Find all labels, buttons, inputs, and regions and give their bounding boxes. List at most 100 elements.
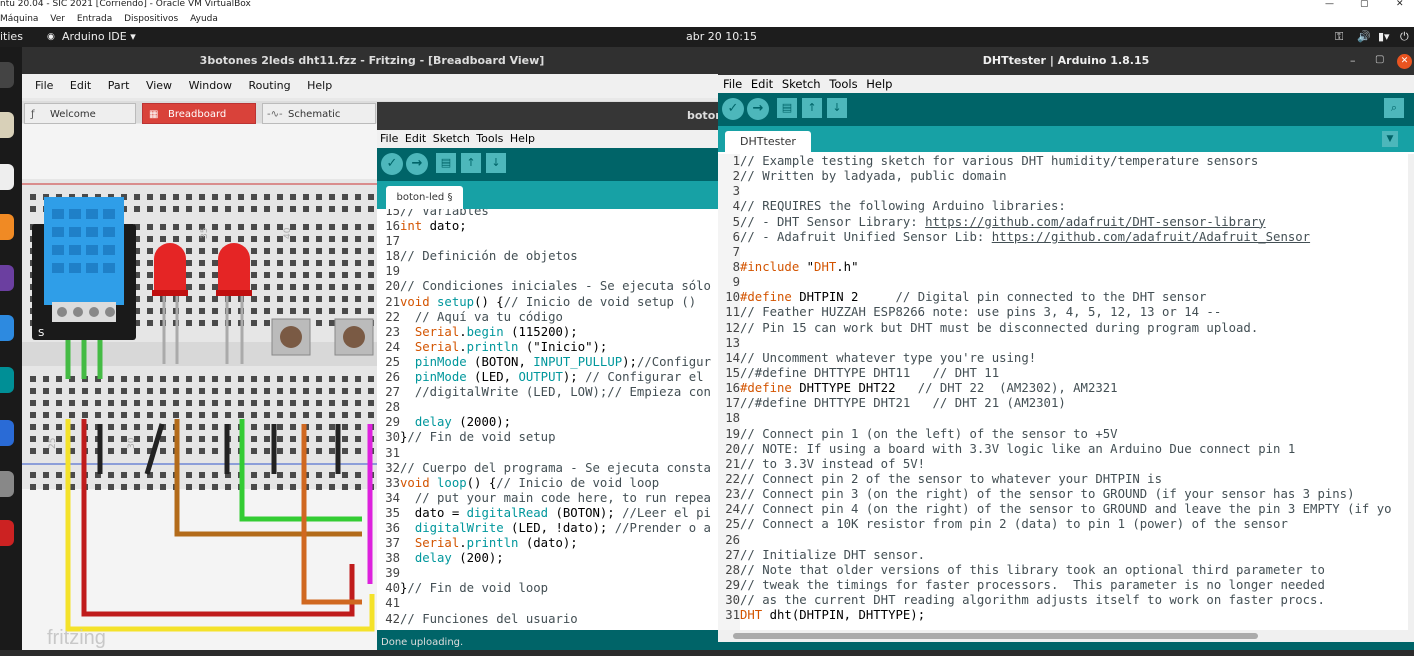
code-line[interactable]: 30// as the current DHT reading algorith… [718, 593, 1408, 608]
vb-menu-ver[interactable]: Ver [50, 14, 65, 24]
code-line[interactable]: 13 [718, 336, 1408, 351]
menu-help[interactable]: Help [510, 132, 535, 145]
dht11-sensor[interactable]: S [32, 197, 136, 340]
app-icon[interactable] [0, 420, 14, 446]
upload-icon[interactable]: → [747, 98, 769, 120]
code-line[interactable]: 27 //digitalWrite (LED, LOW);// Empieza … [377, 385, 722, 400]
fz-menu-window[interactable]: Window [189, 74, 232, 98]
code-line[interactable]: 26 [718, 533, 1408, 548]
code-line[interactable]: 25 pinMode (BOTON, INPUT_PULLUP);//Confi… [377, 355, 722, 370]
push-button[interactable] [334, 318, 374, 356]
code-line[interactable]: 35 dato = digitalRead (BOTON); //Leer el… [377, 506, 722, 521]
code-line[interactable]: 19// Connect pin 1 (on the left) of the … [718, 427, 1408, 442]
minimize-window-button[interactable]: — [1325, 0, 1334, 9]
code-line[interactable]: 12// Pin 15 can work but DHT must be dis… [718, 321, 1408, 336]
code-line[interactable]: 16#define DHTTYPE DHT22 // DHT 22 (AM230… [718, 381, 1408, 396]
fz-menu-help[interactable]: Help [307, 74, 332, 98]
code-line[interactable]: 17//#define DHTTYPE DHT21 // DHT 21 (AM2… [718, 396, 1408, 411]
code-line[interactable]: 34 // put your main code here, to run re… [377, 491, 722, 506]
code-line[interactable]: 31DHT dht(DHTPIN, DHTTYPE); [718, 608, 1408, 623]
sketch-tab[interactable]: boton-led § [386, 186, 463, 209]
menu-sketch[interactable]: Sketch [433, 132, 470, 145]
code-line[interactable]: 40}// Fin de void loop [377, 581, 722, 596]
code-line[interactable]: 23// Connect pin 3 (on the right) of the… [718, 487, 1408, 502]
code-line[interactable]: 27// Initialize DHT sensor. [718, 548, 1408, 563]
code-line[interactable]: 29 delay (2000); [377, 415, 722, 430]
code-line[interactable]: 20// Condiciones iniciales - Se ejecuta … [377, 279, 722, 294]
code-line[interactable]: 28// Note that older versions of this li… [718, 563, 1408, 578]
app-icon[interactable] [0, 520, 14, 546]
code-line[interactable]: 2// Written by ladyada, public domain [718, 169, 1408, 184]
minimize-icon[interactable]: – [1350, 54, 1356, 67]
code-line[interactable]: 31 [377, 446, 722, 461]
activities-button[interactable]: ities [0, 27, 23, 47]
code-line[interactable]: 16int dato; [377, 219, 722, 234]
maximize-icon[interactable]: ▢ [1375, 54, 1384, 65]
tab-menu-icon[interactable]: ▼ [1382, 131, 1398, 147]
app-menu[interactable]: Arduino IDE ▾ [62, 27, 136, 47]
serial-monitor-icon[interactable]: ⌕ [1384, 98, 1404, 118]
code-line[interactable]: 14// Uncomment whatever type you're usin… [718, 351, 1408, 366]
verify-icon[interactable]: ✓ [722, 98, 744, 120]
code-line[interactable]: 6// - Adafruit Unified Sensor Lib: https… [718, 230, 1408, 245]
code-line[interactable]: 20// NOTE: If using a board with 3.3V lo… [718, 442, 1408, 457]
new-sketch-icon[interactable]: ▤ [436, 153, 456, 173]
code-line[interactable]: 18// Definición de objetos [377, 249, 722, 264]
settings-icon[interactable] [0, 471, 14, 497]
tab-welcome[interactable]: ƒ Welcome [24, 103, 136, 124]
fz-menu-routing[interactable]: Routing [248, 74, 290, 98]
code-line[interactable]: 15// Variables [377, 209, 722, 219]
code-line[interactable]: 37 Serial.println (dato); [377, 536, 722, 551]
code-line[interactable]: 22// Connect pin 2 of the sensor to what… [718, 472, 1408, 487]
vertical-scrollbar[interactable] [1408, 154, 1414, 630]
menu-sketch[interactable]: Sketch [782, 77, 821, 91]
vb-menu-dispositivos[interactable]: Dispositivos [124, 14, 178, 24]
code-editor[interactable]: 15// Variables 16int dato; 17 18// Definici… [377, 209, 722, 630]
tab-schematic[interactable]: -∿- Schematic [262, 103, 376, 124]
code-line[interactable]: 29// tweak the timings for faster proces… [718, 578, 1408, 593]
menu-help[interactable]: Help [866, 77, 892, 91]
scrollbar-thumb[interactable] [733, 633, 1258, 639]
code-line[interactable]: 7 [718, 245, 1408, 260]
vb-menu-ayuda[interactable]: Ayuda [190, 14, 218, 24]
code-line[interactable]: 26 pinMode (LED, OUTPUT); // Configurar … [377, 370, 722, 385]
verify-icon[interactable]: ✓ [381, 153, 403, 175]
code-line[interactable]: 15//#define DHTTYPE DHT11 // DHT 11 [718, 366, 1408, 381]
code-line[interactable]: 22 // Aquí va tu código [377, 310, 722, 325]
code-line[interactable]: 11// Feather HUZZAH ESP8266 note: use pi… [718, 305, 1408, 320]
new-sketch-icon[interactable]: ▤ [777, 98, 797, 118]
code-line[interactable]: 30}// Fin de void setup [377, 430, 722, 445]
vb-menu-maquina[interactable]: Máquina [0, 14, 38, 24]
menu-edit[interactable]: Edit [405, 132, 426, 145]
code-line[interactable]: 3 [718, 184, 1408, 199]
text-editor-icon[interactable] [0, 164, 14, 190]
app-icon[interactable] [0, 315, 14, 341]
fz-menu-part[interactable]: Part [108, 74, 130, 98]
code-line[interactable]: 19 [377, 264, 722, 279]
code-line[interactable]: 25// Connect a 10K resistor from pin 2 (… [718, 517, 1408, 532]
menu-file[interactable]: File [380, 132, 398, 145]
firefox-icon[interactable] [0, 214, 14, 240]
code-line[interactable]: 32// Cuerpo del programa - Se ejecuta co… [377, 461, 722, 476]
close-window-button[interactable]: ✕ [1396, 0, 1404, 9]
clock[interactable]: abr 20 10:15 [686, 27, 757, 47]
save-icon[interactable]: ↓ [827, 98, 847, 118]
files-icon[interactable] [0, 112, 14, 138]
code-line[interactable]: 36 digitalWrite (LED, !dato); //Prender … [377, 521, 722, 536]
code-line[interactable]: 33void loop() {// Inicio de void loop [377, 476, 722, 491]
code-line[interactable]: 21// to 3.3V instead of 5V! [718, 457, 1408, 472]
volume-icon[interactable]: 🔊 [1357, 27, 1371, 47]
menu-file[interactable]: File [723, 77, 742, 91]
arduino-icon[interactable] [0, 367, 14, 393]
sketch-tab[interactable]: DHTtester [725, 131, 811, 153]
code-line[interactable]: 42// Funciones del usuario [377, 612, 722, 627]
open-icon[interactable]: ↑ [461, 153, 481, 173]
code-line[interactable]: 24 Serial.println ("Inicio"); [377, 340, 722, 355]
menu-tools[interactable]: Tools [829, 77, 857, 91]
code-line[interactable]: 5// - DHT Sensor Library: https://github… [718, 215, 1408, 230]
code-line[interactable]: 4// REQUIRES the following Arduino libra… [718, 199, 1408, 214]
code-line[interactable]: 9 [718, 275, 1408, 290]
menu-tools[interactable]: Tools [476, 132, 503, 145]
push-button[interactable] [271, 318, 311, 356]
code-editor[interactable]: 1// Example testing sketch for various D… [718, 154, 1408, 630]
